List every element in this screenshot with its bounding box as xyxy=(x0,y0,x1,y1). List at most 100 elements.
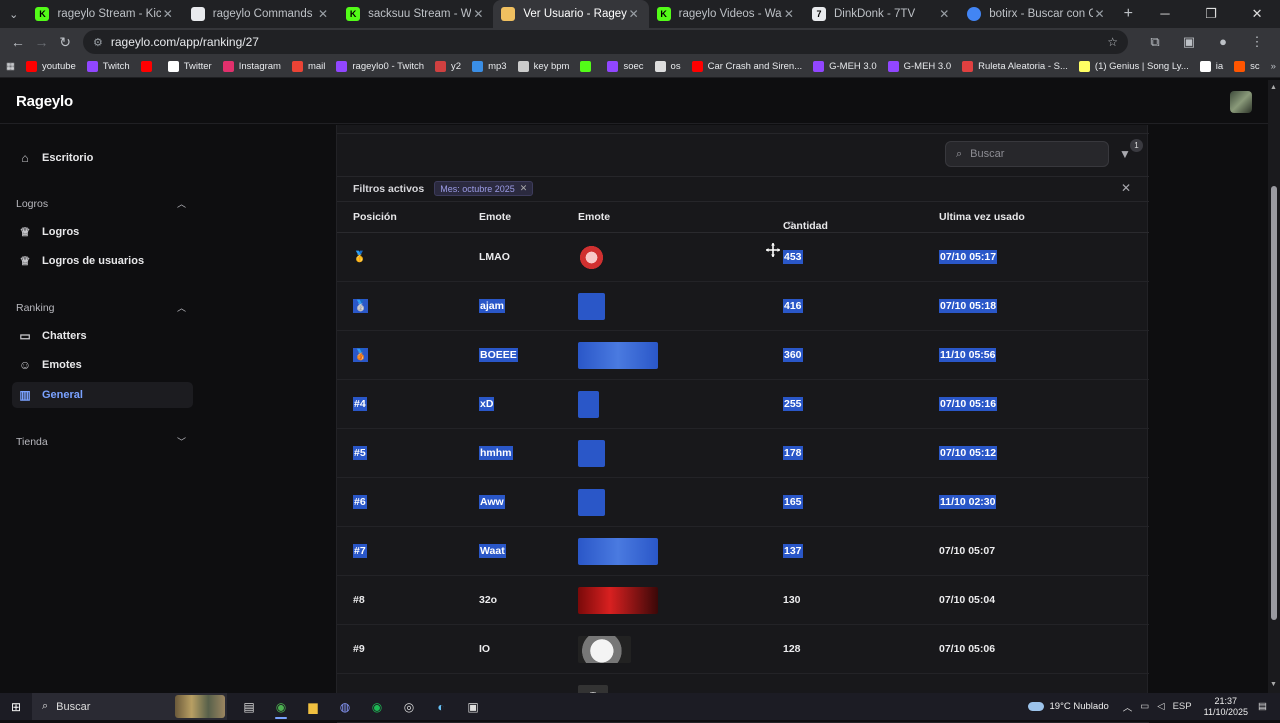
avatar[interactable] xyxy=(1230,90,1252,113)
bookmark-item[interactable]: Twitter xyxy=(167,61,212,72)
cast-icon[interactable]: ▣ xyxy=(1172,34,1206,50)
table-row[interactable]: #7 Waat 137 07/10 05:07 xyxy=(337,527,1149,576)
extensions-icon[interactable]: ⧉ xyxy=(1138,34,1172,50)
close-tab-icon[interactable]: ✕ xyxy=(1093,7,1107,21)
table-row[interactable]: #8 32o 130 07/10 05:04 xyxy=(337,576,1149,625)
epic-games-icon[interactable]: ▣ xyxy=(457,693,489,720)
sidebar-section-tienda[interactable]: Tienda ﹀ xyxy=(16,435,186,448)
sidebar-section-logros[interactable]: Logros ︿ xyxy=(16,197,186,210)
back-icon[interactable]: ← xyxy=(6,34,30,50)
network-icon[interactable]: ▭ xyxy=(1140,701,1149,712)
table-row[interactable]: 🥉 BOEEE 360 11/10 05:56 xyxy=(337,331,1149,380)
bookmark-item[interactable]: G-MEH 3.0 xyxy=(887,61,951,72)
discord-icon[interactable]: ◍ xyxy=(329,693,361,720)
remove-filter-icon[interactable]: ✕ xyxy=(520,183,528,194)
file-explorer-icon[interactable]: ▆ xyxy=(297,693,329,720)
weather-widget[interactable]: 19°C Nublado xyxy=(1027,701,1109,712)
bookmark-item[interactable]: y2 xyxy=(435,61,461,72)
reload-icon[interactable]: ↻ xyxy=(53,34,77,51)
brand-logo[interactable]: Rageylo xyxy=(16,93,73,110)
bookmark-item[interactable]: Ruleta Aleatoria - S... xyxy=(962,61,1068,72)
column-emote-name[interactable]: Emote xyxy=(479,211,511,223)
bookmark-star-icon[interactable]: ☆ xyxy=(1107,35,1118,49)
scroll-up-icon[interactable]: ▲ xyxy=(1270,84,1277,91)
table-row[interactable]: #6 Aww 165 11/10 02:30 xyxy=(337,478,1149,527)
close-tab-icon[interactable]: ✕ xyxy=(627,7,641,21)
column-emote-image[interactable]: Emote xyxy=(578,211,610,223)
bookmark-item[interactable] xyxy=(140,61,157,72)
taskbar-search[interactable]: ⌕ Buscar xyxy=(32,693,227,720)
table-row[interactable]: #9 IO 128 07/10 05:06 xyxy=(337,625,1149,674)
browser-tab[interactable]: Ksacksuu Stream - Watch Live on✕ xyxy=(338,0,493,28)
chrome-icon[interactable]: ◉ xyxy=(265,693,297,720)
language-indicator[interactable]: ESP xyxy=(1173,701,1192,712)
bookmark-item[interactable]: (1) Genius | Song Ly... xyxy=(1078,61,1189,72)
bookmark-item[interactable]: soec xyxy=(607,61,644,72)
bookmark-item[interactable]: youtube xyxy=(25,61,76,72)
table-row[interactable]: 🥇 LMAO 453 07/10 05:17 xyxy=(337,233,1149,282)
browser-tab[interactable]: Krageylo Stream - Kick Dashboard✕ xyxy=(27,0,182,28)
close-tab-icon[interactable]: ✕ xyxy=(937,7,951,21)
bookmark-item[interactable]: Instagram xyxy=(222,61,281,72)
bookmark-item[interactable] xyxy=(580,61,596,72)
close-filters-icon[interactable]: ✕ xyxy=(1121,181,1131,195)
profile-icon[interactable]: ● xyxy=(1206,34,1240,50)
bookmark-item[interactable]: mail xyxy=(291,61,325,72)
apps-icon[interactable]: ▦ xyxy=(6,61,15,72)
scrollbar-thumb[interactable] xyxy=(1271,186,1277,620)
windows-start-icon[interactable]: ⊞ xyxy=(0,700,32,714)
browser-tab[interactable]: botirx - Buscar con Google✕ xyxy=(959,0,1114,28)
sidebar-item-emotes[interactable]: ☺ Emotes xyxy=(12,352,193,378)
notification-icon[interactable]: ▤ xyxy=(1258,701,1272,712)
browser-tab[interactable]: Krageylo Videos - Watch On-De✕ xyxy=(649,0,804,28)
site-info-icon[interactable]: ⚙ xyxy=(93,36,103,49)
filter-chip[interactable]: Mes: octubre 2025 ✕ xyxy=(434,181,534,196)
bookmark-item[interactable]: Car Crash and Siren... xyxy=(691,61,802,72)
bookmark-item[interactable]: sc xyxy=(1234,61,1260,72)
bookmark-item[interactable]: rageylo0 - Twitch xyxy=(336,61,424,72)
table-row[interactable]: #4 xD 255 07/10 05:16 xyxy=(337,380,1149,429)
bookmark-item[interactable]: mp3 xyxy=(472,61,507,72)
close-tab-icon[interactable]: ✕ xyxy=(471,7,485,21)
sidebar-item-chatters[interactable]: ▭ Chatters xyxy=(12,323,193,349)
close-window-icon[interactable]: ✕ xyxy=(1234,6,1280,22)
sort-desc-icon[interactable]: ▽ xyxy=(787,220,793,229)
sidebar-item-escritorio[interactable]: ⌂ Escritorio xyxy=(12,145,193,171)
bookmarks-overflow-icon[interactable]: » xyxy=(1271,61,1276,72)
column-last-used[interactable]: Ultima vez usado xyxy=(939,211,1025,223)
maximize-icon[interactable]: ❐ xyxy=(1188,6,1234,22)
browser-tab[interactable]: 7 DinkDonk - 7TV ✕ xyxy=(804,0,959,28)
minimize-icon[interactable]: ─ xyxy=(1142,6,1188,22)
tab-search-menu[interactable]: ⌄ xyxy=(0,0,27,28)
sidebar-section-ranking[interactable]: Ranking ︿ xyxy=(16,301,186,314)
bookmark-item[interactable]: Twitch xyxy=(86,61,130,72)
search-input[interactable]: ⌕ Buscar xyxy=(945,141,1109,167)
browser-tab[interactable]: rageylo Commands | The best C✕ xyxy=(183,0,338,28)
steam-icon[interactable]: ◐ xyxy=(425,693,457,720)
scroll-down-icon[interactable]: ▼ xyxy=(1270,681,1277,688)
close-tab-icon[interactable]: ✕ xyxy=(316,7,330,21)
table-row[interactable]: #5 hmhm 178 07/10 05:12 xyxy=(337,429,1149,478)
new-tab-button[interactable]: + xyxy=(1115,5,1142,23)
task-view-icon[interactable]: ▤ xyxy=(233,693,265,720)
sidebar-item-logros-usuarios[interactable]: ♕ Logros de usuarios xyxy=(12,248,193,274)
obs-icon[interactable]: ◎ xyxy=(393,693,425,720)
sidebar-item-logros[interactable]: ♕ Logros xyxy=(12,219,193,245)
close-tab-icon[interactable]: ✕ xyxy=(782,7,796,21)
forward-icon[interactable]: → xyxy=(30,34,54,50)
browser-tab-active[interactable]: Ver Usuario - Rageylo ✕ xyxy=(493,0,649,28)
bookmark-item[interactable]: os xyxy=(654,61,681,72)
close-tab-icon[interactable]: ✕ xyxy=(161,7,175,21)
bookmark-item[interactable]: G-MEH 3.0 xyxy=(813,61,877,72)
sidebar-item-general[interactable]: ▥ General xyxy=(12,382,193,408)
tray-chevron-icon[interactable]: ︿ xyxy=(1123,700,1133,714)
volume-icon[interactable]: ◁ xyxy=(1157,701,1164,712)
browser-menu-icon[interactable]: ⋮ xyxy=(1240,34,1274,50)
clock[interactable]: 21:37 11/10/2025 xyxy=(1204,696,1248,718)
bookmark-item[interactable]: ia xyxy=(1199,61,1223,72)
spotify-icon[interactable]: ◉ xyxy=(361,693,393,720)
table-row[interactable]: 🥈 ajam 416 07/10 05:18 xyxy=(337,282,1149,331)
column-position[interactable]: Posición xyxy=(353,211,397,223)
url-field[interactable]: ⚙ rageylo.com/app/ranking/27 ☆ xyxy=(82,30,1128,54)
bookmark-item[interactable]: key bpm xyxy=(517,61,569,72)
